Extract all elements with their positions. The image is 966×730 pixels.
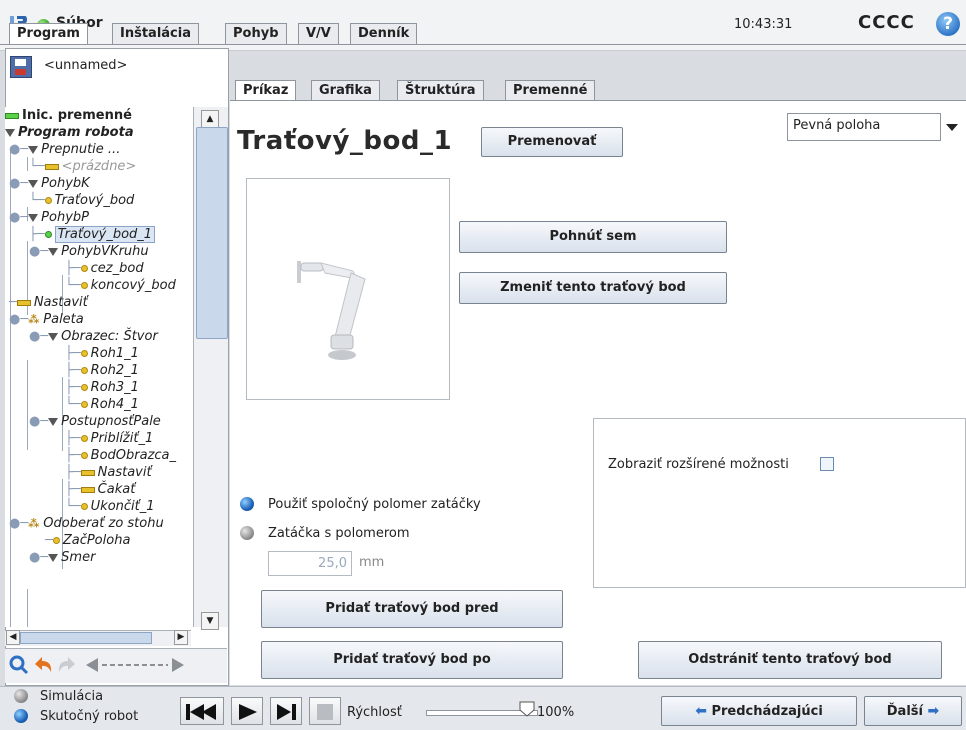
shared-blend-radio[interactable] [240, 497, 254, 511]
next-button[interactable]: Ďalší ➡ [864, 696, 962, 726]
tree-node-exit[interactable]: └─ Ukončiť_1 [65, 498, 155, 515]
stop-button[interactable] [309, 697, 341, 725]
tree-node-via-point[interactable]: ├─ cez_bod [65, 260, 144, 277]
save-icon[interactable] [10, 56, 32, 78]
help-icon[interactable]: ? [936, 12, 960, 36]
change-waypoint-button[interactable]: Zmeniť tento traťový bod [459, 272, 727, 304]
tree-node-corner1[interactable]: ├─ Roh1_1 [65, 345, 139, 362]
robot-name: CCCC [858, 12, 915, 33]
tab-variables[interactable]: Premenné [505, 80, 596, 100]
tree-node-end-point[interactable]: └─ koncový_bod [65, 277, 176, 294]
search-icon[interactable] [8, 654, 30, 676]
tree-node-pattern[interactable]: ●─ Obrazec: Štvor [29, 328, 158, 345]
tree-node-destack[interactable]: ●─⁂ Odoberať zo stohu [9, 515, 164, 532]
chevron-down-icon[interactable] [940, 113, 963, 141]
tree-scroll-thumb[interactable] [196, 127, 228, 339]
robot-arm-icon [297, 261, 366, 360]
blend-radius-radio[interactable] [240, 526, 254, 540]
program-tree: Inic. premenné Program robota ●─ Prepnuti… [5, 107, 192, 627]
blend-radius-unit: mm [359, 555, 385, 570]
blend-radius-label: Zatáčka s polomerom [268, 526, 410, 541]
tree-node-movej[interactable]: ●─ PohybK [9, 175, 90, 192]
tree-node-approach[interactable]: ├─ Priblížiť_1 [65, 430, 153, 447]
tab-installation[interactable]: Inštalácia [112, 23, 199, 44]
advanced-options-label: Zobraziť rozšírené možnosti [608, 457, 789, 472]
tree-node-pallet-sequence[interactable]: ●─ PostupnosťPale [29, 413, 161, 430]
tree-node-pallet[interactable]: ●─⁂ Paleta [9, 311, 84, 328]
stop-icon [317, 704, 333, 720]
advanced-options-checkbox[interactable] [820, 457, 834, 471]
scroll-down-icon[interactable]: ▼ [201, 612, 219, 630]
speed-slider-handle[interactable] [518, 700, 536, 718]
play-button[interactable] [231, 697, 263, 725]
play-icon [239, 704, 257, 720]
undo-icon[interactable] [32, 654, 54, 676]
real-robot-radio[interactable] [14, 709, 28, 723]
tree-node-corner3[interactable]: ├─ Roh3_1 [65, 379, 139, 396]
speed-label: Rýchlosť [347, 705, 402, 720]
add-waypoint-before-button[interactable]: Pridať traťový bod pred [261, 590, 563, 628]
skip-back-icon [186, 704, 216, 720]
skip-back-button[interactable] [180, 697, 224, 725]
shared-blend-label: Použiť spoločný polomer zatáčky [268, 497, 481, 512]
tree-node-movel[interactable]: ●─ PohybP [9, 209, 89, 226]
real-robot-label: Skutočný robot [40, 709, 139, 724]
simulation-label: Simulácia [40, 689, 104, 704]
tree-node-set-2[interactable]: ├─ Nastaviť [65, 464, 152, 481]
tab-log[interactable]: Denník [350, 23, 418, 44]
tree-node-movec[interactable]: ●─ PohybVKruhu [29, 243, 149, 260]
tree-node-init-variables[interactable]: Inic. premenné [5, 107, 132, 124]
clock: 10:43:31 [734, 17, 793, 32]
speed-value: 100% [537, 705, 575, 720]
tab-graphics[interactable]: Grafika [311, 80, 380, 100]
step-button[interactable] [270, 697, 302, 725]
tab-structure[interactable]: Štruktúra [397, 80, 484, 100]
tree-node-robot-program[interactable]: Program robota [5, 124, 134, 141]
tree-node-waypoint-1[interactable]: ├─ Traťový_bod_1 [29, 226, 156, 243]
arrow-right-icon: ➡ [927, 703, 940, 719]
tree-hscroll-thumb[interactable] [20, 632, 152, 644]
move-here-button[interactable]: Pohnúť sem [459, 221, 727, 253]
tree-node-direction[interactable]: ●─ Smer [29, 549, 95, 566]
scroll-right-icon[interactable]: ▶ [174, 630, 188, 645]
tree-node-set[interactable]: ─ Nastaviť [9, 294, 88, 311]
tree-node-empty[interactable]: └─ <prázdne> [29, 158, 136, 175]
tree-node-corner2[interactable]: ├─ Roh2_1 [65, 362, 139, 379]
add-waypoint-after-button[interactable]: Pridať traťový bod po [261, 641, 563, 679]
simulation-radio[interactable] [14, 689, 28, 703]
step-icon [277, 704, 296, 720]
tree-node-pattern-point[interactable]: ├─ BodObrazca_ [65, 447, 176, 464]
tab-divider [0, 44, 966, 45]
position-type-value: Pevná poloha [793, 118, 881, 133]
program-name: <unnamed> [44, 58, 128, 73]
tree-node-waypoint[interactable]: └─ Traťový_bod [29, 192, 134, 209]
tab-program[interactable]: Program [9, 23, 88, 45]
tree-node-corner4[interactable]: └─ Roh4_1 [65, 396, 139, 413]
previous-button[interactable]: ⬅ Predchádzajúci [661, 696, 857, 726]
tab-io[interactable]: V/V [298, 23, 339, 44]
scroll-up-icon[interactable]: ▲ [201, 110, 219, 128]
scroll-left-icon[interactable]: ◀ [6, 630, 20, 645]
tree-node-wait[interactable]: ├─ Čakať [65, 481, 135, 498]
redo-icon[interactable] [56, 654, 78, 676]
rename-button[interactable]: Premenovať [481, 127, 623, 157]
tab-move[interactable]: Pohyb [225, 23, 287, 44]
tab-command[interactable]: Príkaz [235, 80, 297, 101]
remove-waypoint-button[interactable]: Odstrániť tento traťový bod [638, 641, 942, 679]
page-title: Traťový_bod_1 [237, 126, 453, 156]
move-node-arrows-icon[interactable] [84, 657, 186, 673]
tree-node-switch[interactable]: ●─ Prepnutie ... [9, 141, 120, 158]
arrow-left-icon: ⬅ [695, 703, 707, 719]
robot-preview [246, 178, 450, 400]
tree-node-start-pos[interactable]: ─ ZačPoloha [45, 532, 130, 549]
blend-radius-input[interactable]: 25,0 [268, 551, 352, 576]
advanced-options-box [593, 418, 966, 588]
